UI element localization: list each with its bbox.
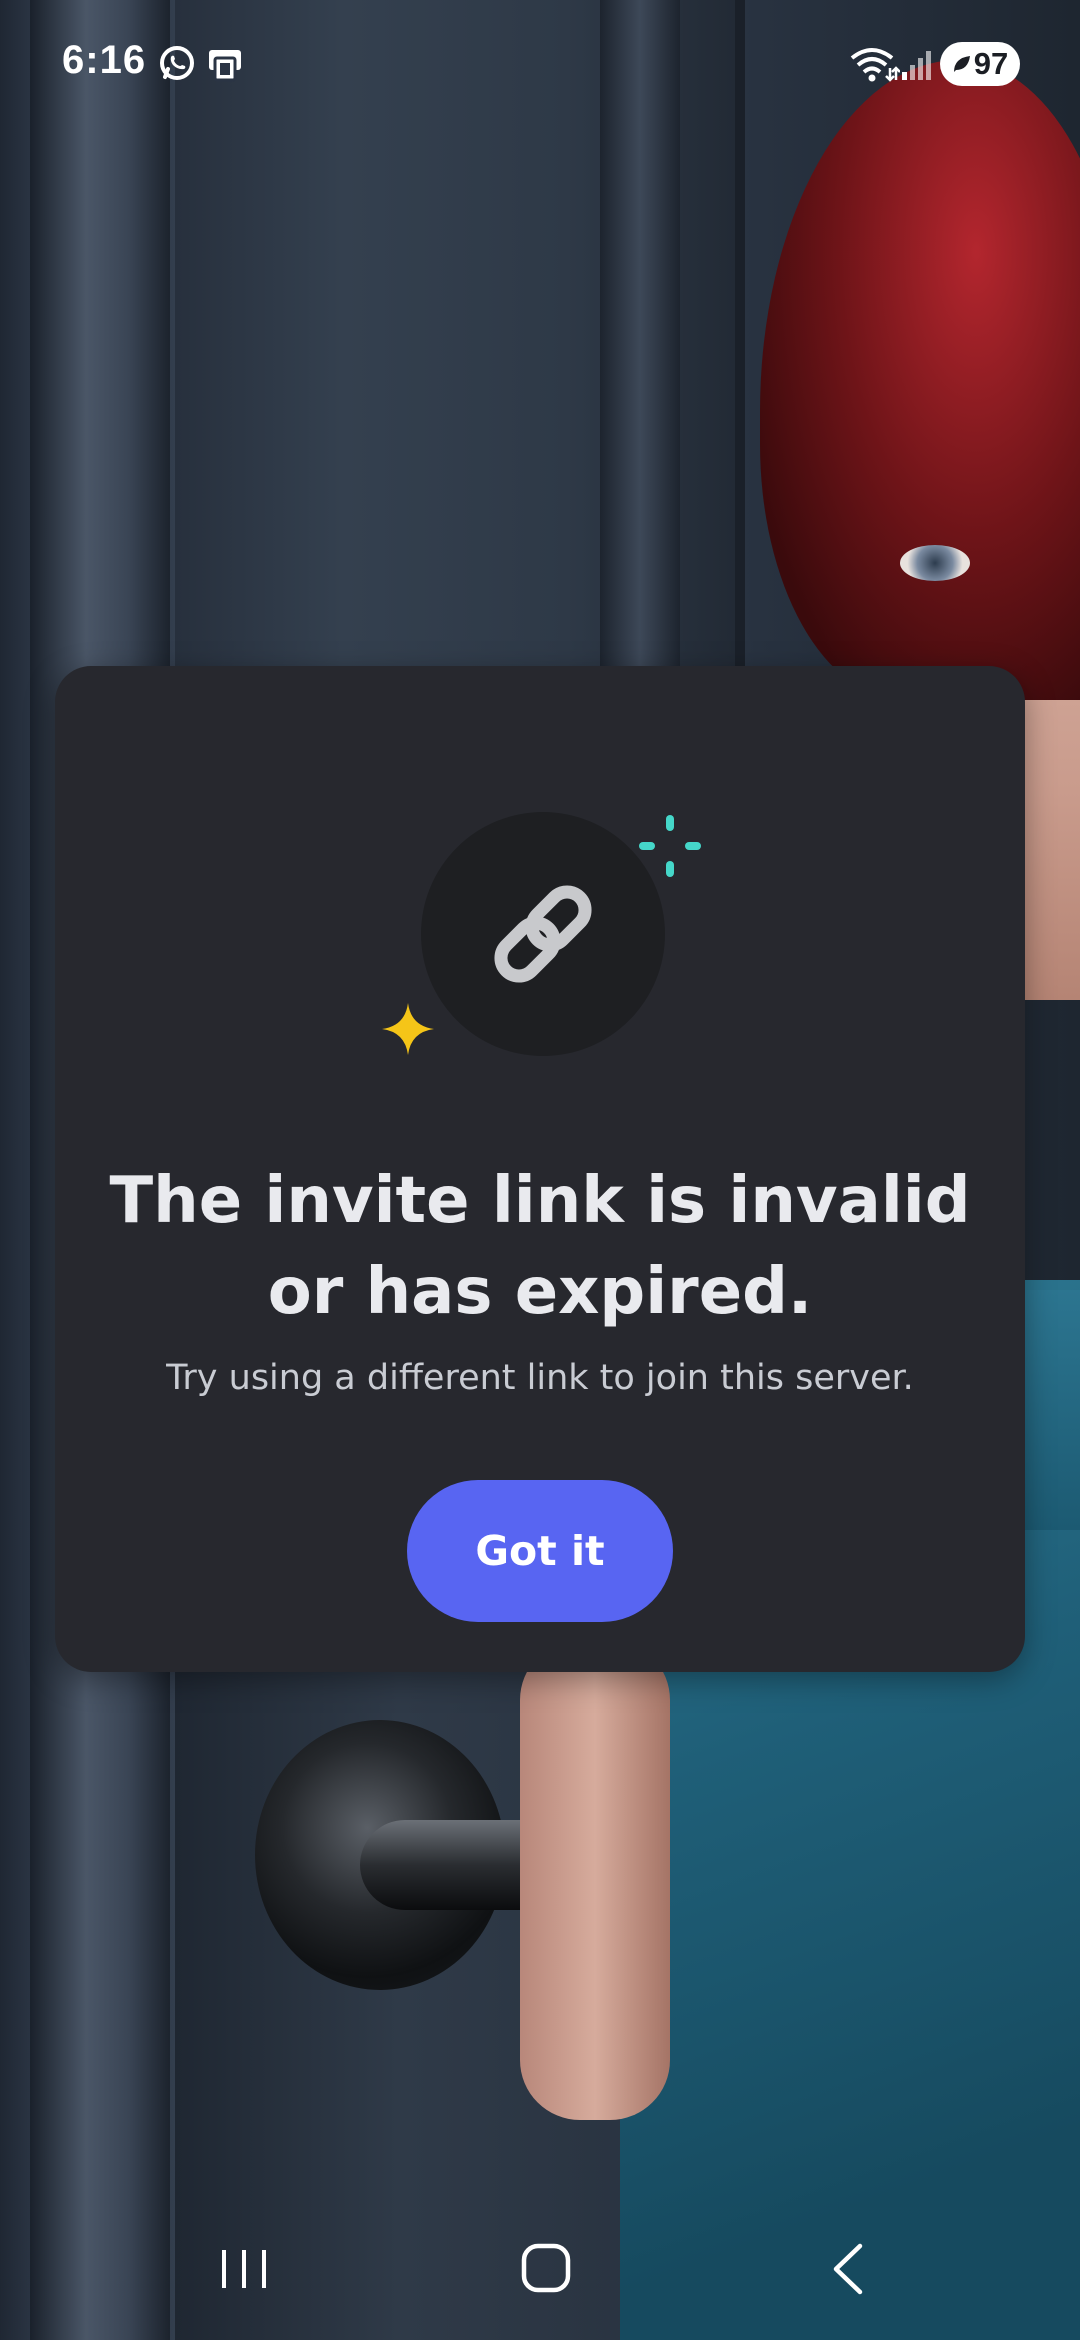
link-icon-circle bbox=[421, 812, 665, 1056]
character-arm bbox=[520, 1640, 670, 2120]
battery-icon: 97 bbox=[940, 42, 1020, 86]
battery-level: 97 bbox=[973, 46, 1009, 81]
sparkle-yellow-icon bbox=[382, 1003, 434, 1055]
navigation-bar bbox=[0, 2200, 1080, 2340]
phone-icon bbox=[209, 50, 241, 82]
recents-icon[interactable] bbox=[218, 2244, 270, 2292]
character-eye bbox=[900, 545, 970, 581]
home-icon[interactable] bbox=[520, 2242, 572, 2294]
invalid-invite-dialog: The invite link is invalid or has expire… bbox=[55, 666, 1025, 1672]
status-time: 6:16 bbox=[62, 38, 147, 82]
power-saving-leaf-icon bbox=[953, 56, 970, 72]
screen: 6:16 97 The invite link is invalid or ha… bbox=[0, 0, 1080, 2340]
back-icon[interactable] bbox=[828, 2242, 868, 2296]
signal-icon bbox=[902, 51, 931, 80]
dialog-title: The invite link is invalid or has expire… bbox=[109, 1164, 971, 1329]
dialog-subtitle: Try using a different link to join this … bbox=[166, 1358, 914, 1398]
got-it-button[interactable]: Got it bbox=[407, 1480, 673, 1622]
whatsapp-icon bbox=[160, 46, 194, 80]
wifi-icon bbox=[850, 48, 900, 82]
status-bar: 6:16 97 bbox=[0, 0, 1080, 125]
link-icon bbox=[494, 885, 592, 983]
